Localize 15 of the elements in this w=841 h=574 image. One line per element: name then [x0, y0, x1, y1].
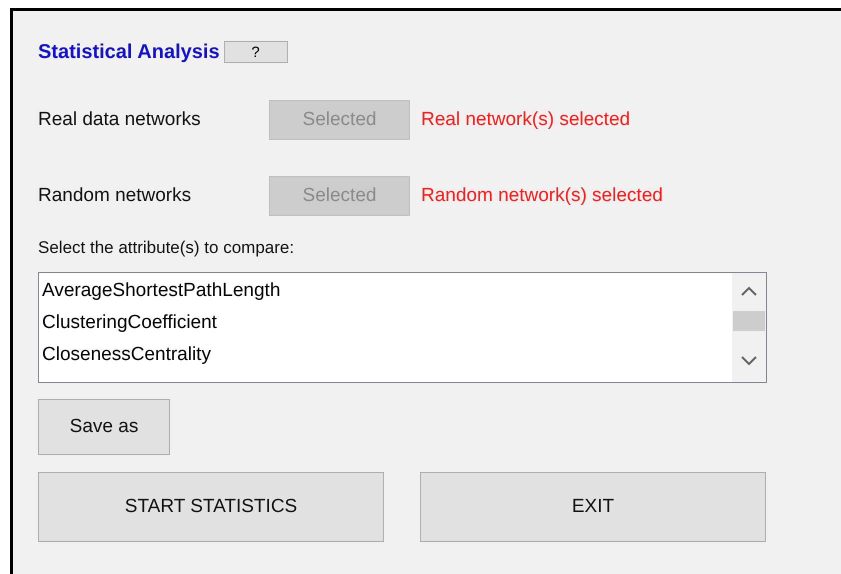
- scrollbar[interactable]: [732, 273, 766, 382]
- network-label: Random networks: [38, 185, 192, 207]
- network-label: Real data networks: [38, 109, 202, 131]
- attribute-item[interactable]: AverageShortestPathLength: [42, 275, 732, 307]
- attribute-item[interactable]: ClosenessCentrality: [42, 339, 732, 371]
- exit-button[interactable]: EXIT: [420, 472, 766, 542]
- attribute-list[interactable]: AverageShortestPathLength ClusteringCoefficient ClosenessCentrality: [38, 272, 767, 383]
- start-statistics-button[interactable]: START STATISTICS: [38, 472, 384, 542]
- attribute-item[interactable]: ClusteringCoefficient: [42, 307, 732, 339]
- help-button[interactable]: ?: [224, 41, 288, 63]
- save-as-button[interactable]: Save as: [38, 399, 170, 455]
- attribute-prompt: Select the attribute(s) to compare:: [38, 238, 296, 258]
- status-text: Random network(s) selected: [421, 185, 663, 207]
- dialog-title: Statistical Analysis: [38, 40, 220, 64]
- status-text: Real network(s) selected: [421, 109, 630, 131]
